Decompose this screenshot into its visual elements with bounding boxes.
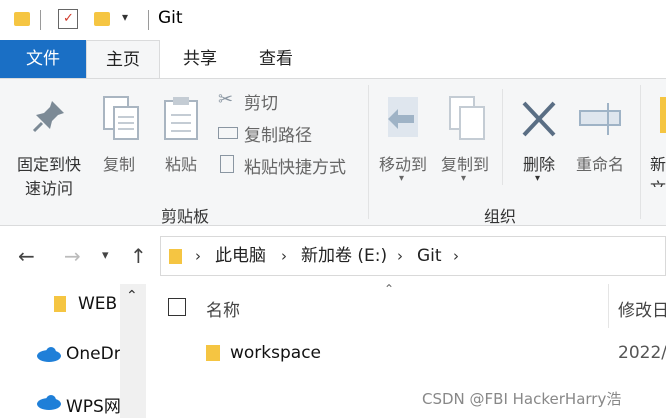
sidebar-item-onedrive[interactable]: OneDr xyxy=(66,344,120,364)
delete-label: 删除 xyxy=(522,155,555,174)
tab-file[interactable]: 文件 xyxy=(0,40,86,78)
pin-label-line2: 速访问 xyxy=(24,179,73,198)
chevron-right-icon[interactable]: › xyxy=(397,237,403,275)
folder-icon xyxy=(169,249,182,264)
recent-locations-icon[interactable]: ▾ xyxy=(102,248,109,263)
paste-icon xyxy=(164,97,198,140)
copy-to-icon xyxy=(449,96,485,140)
customize-quick-access-icon[interactable]: ▾ xyxy=(122,10,128,24)
scissors-icon: ✂ xyxy=(218,89,234,110)
group-divider xyxy=(368,85,369,219)
move-to-icon xyxy=(388,97,418,137)
divider xyxy=(502,89,503,185)
rename-icon xyxy=(579,103,621,135)
move-to-button[interactable]: 移动到 ▾ xyxy=(372,87,434,187)
ribbon: 固定到快 速访问 复制 粘贴 ✂ 剪切 复制路径 粘贴快捷方式 剪贴板 移动到 … xyxy=(0,78,666,226)
pin-label-line1: 固定到快 xyxy=(16,155,81,174)
copy-path-label: 复制路径 xyxy=(244,126,312,146)
new-label-line1: 新 xyxy=(650,155,666,174)
chevron-right-icon[interactable]: › xyxy=(281,237,287,275)
back-arrow-icon[interactable]: ← xyxy=(18,244,35,268)
onedrive-cloud-icon xyxy=(37,347,61,362)
cut-button[interactable]: ✂ 剪切 xyxy=(216,89,356,114)
column-header-name[interactable]: 名称 xyxy=(206,296,240,321)
folder-icon xyxy=(206,345,220,361)
address-bar[interactable]: › 此电脑 › 新加卷 (E:) › Git › xyxy=(160,236,666,276)
scroll-up-icon[interactable]: ⌃ xyxy=(126,288,138,304)
column-divider[interactable] xyxy=(608,284,609,328)
select-all-checkbox[interactable] xyxy=(168,298,186,316)
ribbon-tabs: 文件 主页 共享 查看 xyxy=(0,40,666,79)
paste-label: 粘贴 xyxy=(164,155,197,174)
sidebar-scrollbar[interactable]: ⌃ xyxy=(120,284,146,418)
folder-icon xyxy=(14,12,30,26)
move-to-label: 移动到 xyxy=(378,155,427,174)
copy-icon xyxy=(103,96,139,140)
paste-shortcut-button[interactable]: 粘贴快捷方式 xyxy=(216,153,366,178)
dropdown-arrow-icon: ▾ xyxy=(461,173,467,184)
navigation-pane: WEB OneDr WPS网 ⌃ xyxy=(0,284,146,418)
up-arrow-icon[interactable]: ↑ xyxy=(130,244,147,268)
copy-to-label: 复制到 xyxy=(440,155,489,174)
file-list: ⌃ 名称 修改日 workspace 2022/ CSDN @FBI Hacke… xyxy=(150,282,666,418)
wps-cloud-icon xyxy=(37,395,61,410)
clipboard-group-label: 剪贴板 xyxy=(160,207,209,226)
breadcrumb-git[interactable]: Git xyxy=(417,237,442,275)
table-row[interactable]: workspace 2022/ xyxy=(150,338,666,370)
paste-shortcut-icon xyxy=(220,155,234,173)
separator xyxy=(40,10,41,30)
file-modified: 2022/ xyxy=(618,343,666,363)
delete-x-icon xyxy=(522,101,556,137)
organize-group-label: 组织 xyxy=(483,207,516,226)
tab-view[interactable]: 查看 xyxy=(240,40,312,78)
paste-shortcut-label: 粘贴快捷方式 xyxy=(244,158,346,178)
chevron-right-icon[interactable]: › xyxy=(453,237,459,275)
breadcrumb-this-pc[interactable]: 此电脑 xyxy=(215,237,266,275)
dropdown-arrow-icon: ▾ xyxy=(399,173,405,184)
forward-arrow-icon[interactable]: → xyxy=(64,244,81,268)
copy-label: 复制 xyxy=(102,155,135,174)
breadcrumb-drive[interactable]: 新加卷 (E:) xyxy=(301,237,387,275)
new-folder-button[interactable]: 新 文 xyxy=(648,87,666,187)
window-title: Git xyxy=(158,8,183,28)
copy-path-icon xyxy=(218,127,238,139)
dropdown-arrow-icon: ▾ xyxy=(535,173,541,184)
properties-icon[interactable]: ✓ xyxy=(58,9,78,29)
sidebar-item-wps[interactable]: WPS网 xyxy=(66,392,120,417)
rename-button[interactable]: 重命名 xyxy=(568,87,632,177)
folder-icon xyxy=(54,296,66,312)
watermark-text: CSDN @FBI HackerHarry浩 xyxy=(422,390,622,408)
copy-button[interactable]: 复制 xyxy=(94,87,144,177)
sidebar-item-web[interactable]: WEB xyxy=(78,294,120,314)
new-label-line2: 文 xyxy=(650,175,666,187)
title-bar: ✓ ▾ Git xyxy=(0,0,666,40)
delete-button[interactable]: 删除 ▾ xyxy=(512,87,566,187)
cut-label: 剪切 xyxy=(244,94,278,114)
paste-button[interactable]: 粘贴 xyxy=(154,87,208,177)
copy-path-button[interactable]: 复制路径 xyxy=(216,121,356,146)
pin-icon xyxy=(32,101,64,133)
file-name: workspace xyxy=(230,343,322,363)
chevron-right-icon[interactable]: › xyxy=(195,237,201,275)
new-folder-icon[interactable] xyxy=(94,12,110,26)
column-header-modified[interactable]: 修改日 xyxy=(618,296,666,321)
pin-to-quick-access-button[interactable]: 固定到快 速访问 xyxy=(6,87,92,198)
sort-ascending-icon: ⌃ xyxy=(384,282,395,296)
tab-share[interactable]: 共享 xyxy=(164,40,236,78)
copy-to-button[interactable]: 复制到 ▾ xyxy=(434,87,496,187)
rename-label: 重命名 xyxy=(575,155,624,174)
separator xyxy=(148,10,149,30)
folder-icon xyxy=(660,97,666,133)
group-divider xyxy=(640,85,641,219)
tab-home[interactable]: 主页 xyxy=(86,40,160,79)
